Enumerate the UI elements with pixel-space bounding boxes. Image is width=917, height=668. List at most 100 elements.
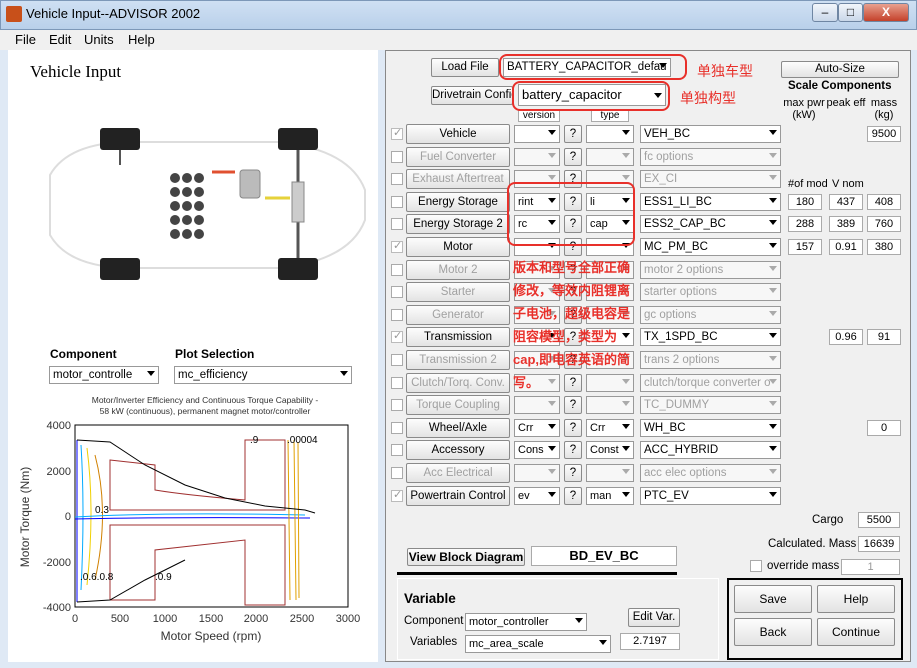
var-variables-select[interactable]: mc_area_scale — [465, 635, 611, 653]
row-checkbox[interactable]: ✓ — [391, 127, 403, 140]
help-question-button[interactable]: ? — [564, 487, 582, 505]
row-checkbox[interactable] — [391, 309, 403, 321]
type-select[interactable] — [586, 396, 634, 414]
menu-edit[interactable]: Edit — [49, 32, 71, 47]
back-button[interactable]: Back — [734, 618, 812, 646]
max-pwr-field[interactable]: 180 — [788, 194, 822, 210]
component-select[interactable]: ESS2_CAP_BC — [640, 215, 781, 233]
help-question-button[interactable]: ? — [564, 441, 582, 459]
component-select[interactable]: motor 2 options — [640, 261, 781, 279]
version-select[interactable]: Cons — [514, 441, 560, 459]
row-checkbox[interactable] — [391, 399, 403, 411]
component-button[interactable]: Motor — [406, 237, 510, 257]
minimize-button[interactable]: – — [812, 3, 838, 22]
max-pwr-field[interactable]: 157 — [788, 239, 822, 255]
component-button[interactable]: Transmission 2 — [406, 350, 510, 370]
version-select[interactable]: ev — [514, 487, 560, 505]
component-select[interactable]: gc options — [640, 306, 781, 324]
var-component-select[interactable]: motor_controller — [465, 613, 587, 631]
component-select[interactable]: WH_BC — [640, 419, 781, 437]
component-button[interactable]: Energy Storage — [406, 192, 510, 212]
type-select[interactable]: Crr — [586, 419, 634, 437]
peak-eff-field[interactable]: 0.96 — [829, 329, 863, 345]
mass-field[interactable]: 0 — [867, 420, 901, 436]
help-question-button[interactable]: ? — [564, 125, 582, 143]
mass-field[interactable]: 408 — [867, 194, 901, 210]
continue-button[interactable]: Continue — [817, 618, 895, 646]
mass-field[interactable]: 9500 — [867, 126, 901, 142]
component-select[interactable]: motor_controlle — [49, 366, 159, 384]
type-select[interactable]: Const — [586, 441, 634, 459]
mass-field[interactable]: 760 — [867, 216, 901, 232]
component-select[interactable]: ESS1_LI_BC — [640, 193, 781, 211]
row-checkbox[interactable] — [391, 196, 403, 208]
component-button[interactable]: Transmission — [406, 327, 510, 347]
component-button[interactable]: Motor 2 — [406, 260, 510, 280]
help-button[interactable]: Help — [817, 585, 895, 613]
component-button[interactable]: Fuel Converter — [406, 147, 510, 167]
help-question-button[interactable]: ? — [564, 464, 582, 482]
component-select[interactable]: PTC_EV — [640, 487, 781, 505]
component-select[interactable]: MC_PM_BC — [640, 238, 781, 256]
component-button[interactable]: Generator — [406, 305, 510, 325]
peak-eff-field[interactable]: 0.91 — [829, 239, 863, 255]
view-block-diagram-button[interactable]: View Block Diagram — [407, 548, 525, 566]
component-button[interactable]: Wheel/Axle — [406, 418, 510, 438]
row-checkbox[interactable] — [391, 151, 403, 163]
version-select[interactable] — [514, 464, 560, 482]
help-question-button[interactable]: ? — [564, 396, 582, 414]
row-checkbox[interactable] — [391, 218, 403, 230]
component-button[interactable]: Vehicle — [406, 124, 510, 144]
version-select[interactable]: Crr — [514, 419, 560, 437]
row-checkbox[interactable] — [391, 377, 403, 389]
component-select[interactable]: fc options — [640, 148, 781, 166]
component-button[interactable]: Starter — [406, 282, 510, 302]
row-checkbox[interactable]: ✓ — [391, 489, 403, 502]
type-select[interactable] — [586, 464, 634, 482]
component-select[interactable]: TC_DUMMY — [640, 396, 781, 414]
version-select[interactable] — [514, 148, 560, 166]
max-pwr-field[interactable]: 288 — [788, 216, 822, 232]
row-checkbox[interactable] — [391, 173, 403, 185]
menu-file[interactable]: File — [15, 32, 36, 47]
component-select[interactable]: clutch/torque converter o — [640, 374, 781, 392]
menu-units[interactable]: Units — [84, 32, 114, 47]
component-select[interactable]: EX_CI — [640, 170, 781, 188]
type-select[interactable] — [586, 148, 634, 166]
plot-select[interactable]: mc_efficiency — [174, 366, 352, 384]
menu-help[interactable]: Help — [128, 32, 155, 47]
component-button[interactable]: Energy Storage 2 — [406, 214, 510, 234]
version-select[interactable] — [514, 125, 560, 143]
override-mass-checkbox[interactable] — [750, 560, 762, 572]
peak-eff-field[interactable]: 389 — [829, 216, 863, 232]
row-checkbox[interactable] — [391, 354, 403, 366]
row-checkbox[interactable] — [391, 422, 403, 434]
component-button[interactable]: Torque Coupling — [406, 395, 510, 415]
component-select[interactable]: starter options — [640, 283, 781, 301]
mass-field[interactable]: 380 — [867, 239, 901, 255]
load-file-button[interactable]: Load File — [431, 58, 499, 77]
auto-size-button[interactable]: Auto-Size — [781, 61, 899, 78]
component-select[interactable]: trans 2 options — [640, 351, 781, 369]
type-select[interactable] — [586, 125, 634, 143]
edit-var-button[interactable]: Edit Var. — [628, 608, 680, 627]
help-question-button[interactable]: ? — [564, 148, 582, 166]
row-checkbox[interactable] — [391, 444, 403, 456]
component-select[interactable]: TX_1SPD_BC — [640, 328, 781, 346]
peak-eff-field[interactable]: 437 — [829, 194, 863, 210]
component-select[interactable]: ACC_HYBRID — [640, 441, 781, 459]
override-mass-field[interactable]: 1 — [841, 559, 900, 575]
row-checkbox[interactable] — [391, 286, 403, 298]
drivetrain-config-button[interactable]: Drivetrain Config — [431, 86, 513, 105]
component-button[interactable]: Clutch/Torq. Conv. — [406, 373, 510, 393]
mass-field[interactable]: 91 — [867, 329, 901, 345]
component-button[interactable]: Powertrain Control — [406, 486, 510, 506]
component-button[interactable]: Accessory — [406, 440, 510, 460]
var-value-field[interactable]: 2.7197 — [620, 633, 680, 650]
component-select[interactable]: acc elec options — [640, 464, 781, 482]
save-button[interactable]: Save — [734, 585, 812, 613]
maximize-button[interactable]: □ — [838, 3, 863, 22]
row-checkbox[interactable] — [391, 264, 403, 276]
row-checkbox[interactable] — [391, 467, 403, 479]
component-button[interactable]: Acc Electrical — [406, 463, 510, 483]
